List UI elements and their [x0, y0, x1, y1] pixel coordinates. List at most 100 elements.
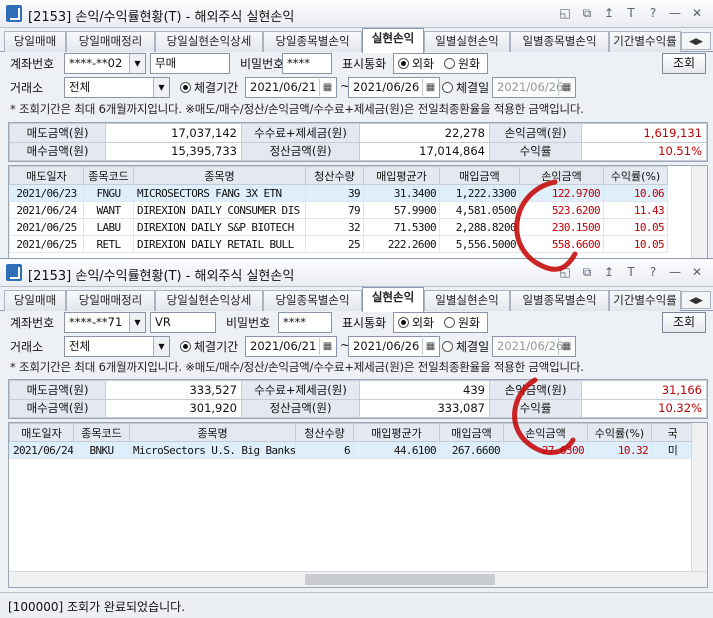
- account-select[interactable]: ****-**02 ▼: [64, 53, 146, 74]
- calendar-icon[interactable]: ▦: [319, 338, 335, 355]
- password-label: 비밀번호: [240, 57, 285, 71]
- settle-label: 정산금액(원): [241, 141, 360, 161]
- radio-settle-day[interactable]: 체결일: [442, 338, 489, 355]
- calendar-icon[interactable]: ▦: [422, 338, 438, 355]
- column-header[interactable]: 매도일자: [9, 166, 84, 185]
- tab-realized-pnl[interactable]: 실현손익: [362, 28, 424, 53]
- table-row[interactable]: 2021/06/25 LABU DIREXION DAILY S&P BIOTECH…: [9, 218, 694, 236]
- tab-period-return[interactable]: 기간별수익률: [609, 31, 681, 52]
- account-select[interactable]: ****-**71 ▼: [64, 312, 146, 333]
- column-header[interactable]: 매입평균가: [363, 166, 440, 185]
- radio-settle-period[interactable]: 체결기간: [180, 338, 238, 355]
- search-button[interactable]: 조회: [662, 53, 706, 74]
- date-to-input[interactable]: 2021/06/26 ▦: [348, 77, 440, 98]
- tab-daily-item-pnl[interactable]: 일별종목별손익: [510, 31, 609, 52]
- password-field[interactable]: ****: [278, 312, 332, 333]
- link-icon[interactable]: ⧉: [579, 5, 595, 21]
- search-button[interactable]: 조회: [662, 312, 706, 333]
- tab-scroll-arrows[interactable]: ◀▶: [681, 291, 711, 309]
- minimize-icon[interactable]: —: [667, 264, 683, 280]
- column-header[interactable]: 국: [651, 423, 694, 442]
- tab-daily-summary[interactable]: 당일매매정리: [66, 31, 155, 52]
- vertical-scrollbar[interactable]: [691, 423, 707, 572]
- column-header[interactable]: 수익률(%): [603, 166, 668, 185]
- column-header[interactable]: 종목명: [129, 423, 296, 442]
- titlebar[interactable]: [2153] 손익/수익률현황(T) - 해외주식 실현손익 ◱ ⧉ ↥ T ?…: [0, 259, 713, 287]
- settle-day-input[interactable]: 2021/06/26 ▦: [492, 336, 576, 357]
- column-header[interactable]: 종목명: [133, 166, 306, 185]
- minimize-icon[interactable]: —: [667, 5, 683, 21]
- tab-daily-realized[interactable]: 일별실현손익: [424, 290, 510, 311]
- column-header[interactable]: 매입금액: [439, 166, 520, 185]
- table-row[interactable]: 2021/06/24 BNKU MicroSectors U.S. Big Bank…: [9, 441, 694, 459]
- settle-day-input[interactable]: 2021/06/26 ▦: [492, 77, 576, 98]
- horizontal-scrollbar[interactable]: [9, 571, 707, 587]
- tab-realized-pnl[interactable]: 실현손익: [362, 287, 424, 312]
- close-icon[interactable]: ✕: [689, 264, 705, 280]
- radio-settle-day[interactable]: 체결일: [442, 79, 489, 96]
- tab-period-return[interactable]: 기간별수익률: [609, 290, 681, 311]
- column-header[interactable]: 청산수량: [305, 166, 364, 185]
- radio-krw[interactable]: 원화: [444, 314, 480, 331]
- table-row[interactable]: 2021/06/25 RETL DIREXION DAILY RETAIL BULL…: [9, 235, 694, 253]
- close-icon[interactable]: ✕: [689, 5, 705, 21]
- column-header[interactable]: 종목코드: [83, 166, 134, 185]
- calendar-icon[interactable]: ▦: [558, 79, 574, 96]
- pin-icon[interactable]: ↥: [601, 5, 617, 21]
- tab-daily-item-pnl[interactable]: 일별종목별손익: [510, 290, 609, 311]
- help-icon[interactable]: ?: [645, 5, 661, 21]
- radio-foreign[interactable]: 외화: [398, 314, 434, 331]
- titlebar[interactable]: [2153] 손익/수익률현황(T) - 해외주식 실현손익 ◱ ⧉ ↥ T ?…: [0, 0, 713, 28]
- tab-daily-realized-detail[interactable]: 당일실현손익상세: [155, 31, 263, 52]
- summary-panel: 매도금액(원) 333,527 수수료+제세금(원) 439 손익금액(원) 3…: [8, 379, 708, 419]
- radio-krw[interactable]: 원화: [444, 55, 480, 72]
- exchange-select[interactable]: 전체 ▼: [64, 77, 170, 98]
- tab-daily-realized-detail[interactable]: 당일실현손익상세: [155, 290, 263, 311]
- chevron-down-icon: ▼: [153, 337, 169, 356]
- radio-foreign[interactable]: 외화: [398, 55, 434, 72]
- column-header[interactable]: 매도일자: [9, 423, 74, 442]
- text-icon[interactable]: T: [623, 5, 639, 21]
- column-header[interactable]: 손익금액: [503, 423, 588, 442]
- table-cell: 2021/06/24: [9, 441, 74, 459]
- column-header[interactable]: 매입평균가: [353, 423, 440, 442]
- vertical-scrollbar[interactable]: [691, 166, 707, 261]
- column-header[interactable]: 청산수량: [295, 423, 354, 442]
- column-header[interactable]: 수익률(%): [587, 423, 652, 442]
- tab-daily-by-item[interactable]: 당일종목별손익: [263, 290, 362, 311]
- calendar-icon[interactable]: ▦: [422, 79, 438, 96]
- date-from-input[interactable]: 2021/06/21 ▦: [245, 77, 337, 98]
- tab-daily-by-item[interactable]: 당일종목별손익: [263, 31, 362, 52]
- restore-icon[interactable]: ◱: [557, 5, 573, 21]
- date-from-input[interactable]: 2021/06/21 ▦: [245, 336, 337, 357]
- text-icon[interactable]: T: [623, 264, 639, 280]
- tab-daily-summary[interactable]: 당일매매정리: [66, 290, 155, 311]
- calendar-icon[interactable]: ▦: [319, 79, 335, 96]
- radio-settle-period[interactable]: 체결기간: [180, 79, 238, 96]
- tab-scroll-arrows[interactable]: ◀▶: [681, 32, 711, 50]
- app-icon: [6, 264, 22, 281]
- exchange-select[interactable]: 전체 ▼: [64, 336, 170, 357]
- radio-icon: [444, 58, 455, 69]
- tab-daily-trade[interactable]: 당일매매: [4, 31, 66, 52]
- restore-icon[interactable]: ◱: [557, 264, 573, 280]
- return-label: 수익률: [489, 398, 582, 418]
- date-to-input[interactable]: 2021/06/26 ▦: [348, 336, 440, 357]
- table-row[interactable]: 2021/06/23 FNGU MICROSECTORS FANG 3X ETN 39…: [9, 184, 694, 202]
- link-icon[interactable]: ⧉: [579, 264, 595, 280]
- table-row[interactable]: 2021/06/24 WANT DIREXION DAILY CONSUMER DI…: [9, 201, 694, 219]
- table-cell: 10.05: [603, 218, 668, 236]
- calendar-icon[interactable]: ▦: [558, 338, 574, 355]
- column-header[interactable]: 손익금액: [519, 166, 604, 185]
- tab-daily-trade[interactable]: 당일매매: [4, 290, 66, 311]
- column-header[interactable]: 종목코드: [73, 423, 130, 442]
- table-cell: 5,556.5000: [439, 235, 520, 253]
- table-cell: 4,581.0500: [439, 201, 520, 219]
- pin-icon[interactable]: ↥: [601, 264, 617, 280]
- password-field[interactable]: ****: [282, 53, 332, 74]
- help-icon[interactable]: ?: [645, 264, 661, 280]
- column-header[interactable]: 매입금액: [439, 423, 504, 442]
- radio-checked-icon: [398, 317, 409, 328]
- scrollbar-thumb[interactable]: [305, 574, 495, 585]
- tab-daily-realized[interactable]: 일별실현손익: [424, 31, 510, 52]
